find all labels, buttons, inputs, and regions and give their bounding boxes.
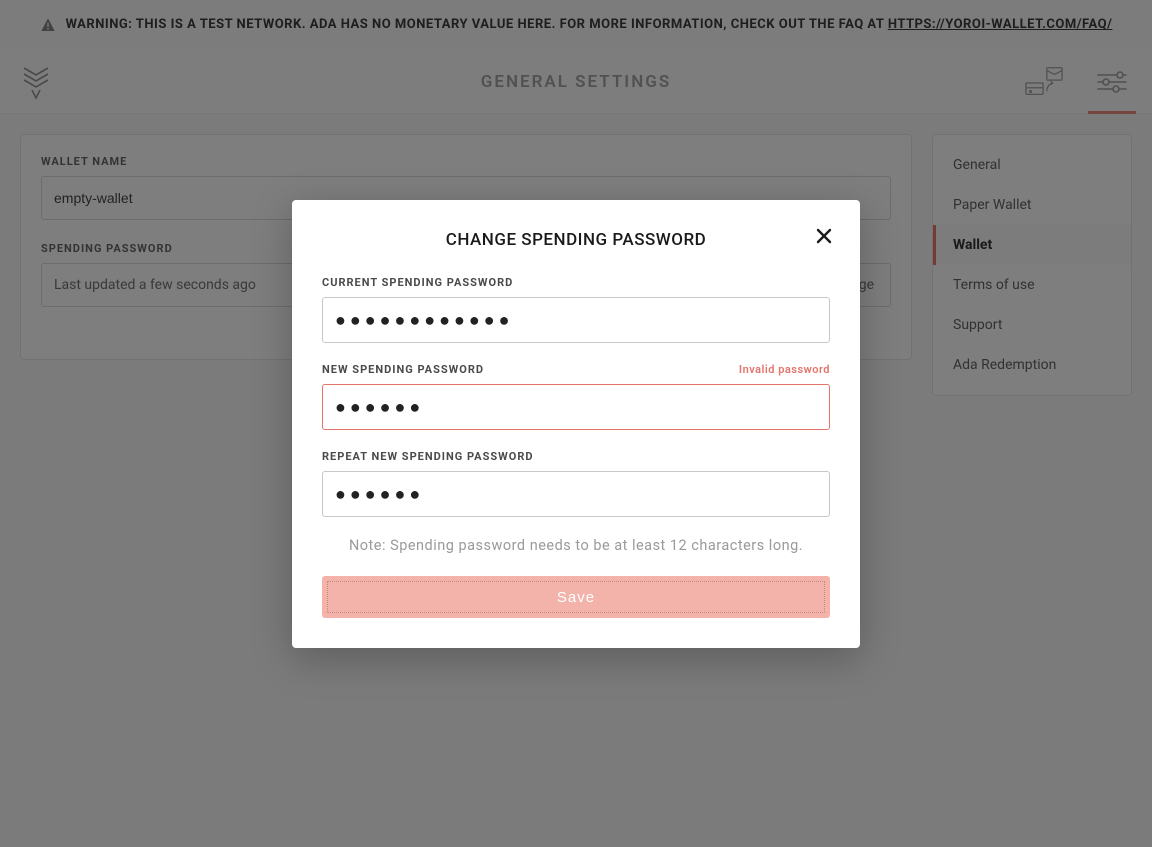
modal-close-button[interactable] — [812, 224, 836, 248]
new-password-input[interactable] — [322, 384, 830, 430]
modal-title: CHANGE SPENDING PASSWORD — [322, 230, 830, 250]
repeat-password-label: REPEAT NEW SPENDING PASSWORD — [322, 450, 534, 463]
current-password-field: CURRENT SPENDING PASSWORD — [322, 276, 830, 343]
save-button[interactable]: Save — [322, 576, 830, 618]
current-password-label: CURRENT SPENDING PASSWORD — [322, 276, 513, 289]
modal-overlay: CHANGE SPENDING PASSWORD CURRENT SPENDIN… — [0, 0, 1152, 847]
change-password-modal: CHANGE SPENDING PASSWORD CURRENT SPENDIN… — [292, 200, 860, 648]
repeat-password-field: REPEAT NEW SPENDING PASSWORD — [322, 450, 830, 517]
new-password-field: NEW SPENDING PASSWORD Invalid password — [322, 363, 830, 430]
repeat-password-input[interactable] — [322, 471, 830, 517]
new-password-label: NEW SPENDING PASSWORD — [322, 363, 484, 376]
password-note: Note: Spending password needs to be at l… — [322, 537, 830, 554]
new-password-error: Invalid password — [739, 363, 830, 376]
current-password-input[interactable] — [322, 297, 830, 343]
